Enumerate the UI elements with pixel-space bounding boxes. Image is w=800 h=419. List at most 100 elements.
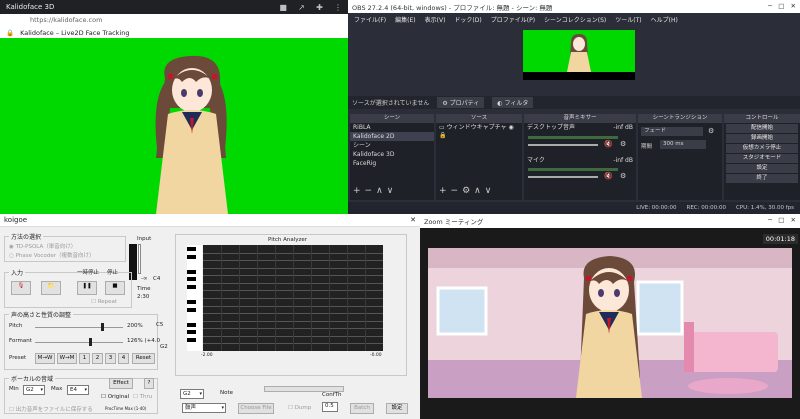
move-down-icon[interactable]: ∨ — [485, 186, 496, 196]
preset-m-to-w-button[interactable]: M→W — [35, 353, 55, 364]
minimize-icon[interactable]: ─ — [768, 216, 772, 224]
menu-view[interactable]: 表示(V) — [425, 15, 446, 24]
menu-profile[interactable]: プロファイル(P) — [491, 15, 535, 24]
menu-dock[interactable]: ドック(D) — [454, 15, 481, 24]
minimize-icon[interactable]: ─ — [768, 2, 772, 10]
grid-line-vertical — [365, 245, 366, 351]
properties-button[interactable]: ⚙ プロパティ — [437, 97, 485, 108]
thru-checkbox[interactable]: ☐ Thru — [133, 394, 152, 400]
add-scene-icon[interactable]: + — [353, 186, 365, 196]
move-up-icon[interactable]: ∧ — [376, 186, 387, 196]
open-file-button[interactable]: 📁 — [41, 281, 61, 295]
source-item[interactable]: ▭ ウィンドウキャプチャ ◉ 🔒 — [436, 123, 522, 139]
help-icon: ? — [147, 380, 151, 386]
save-output-checkbox[interactable]: ☐ 出力音声をファイルに保存する — [9, 405, 93, 413]
move-down-icon[interactable]: ∨ — [387, 186, 398, 196]
menu-edit[interactable]: 編集(E) — [395, 15, 415, 24]
mic-volume-slider[interactable] — [528, 176, 598, 178]
scene-item[interactable]: シーン — [350, 141, 434, 150]
scene-transitions-title: シーントランジション — [638, 114, 722, 123]
add-source-icon[interactable]: + — [439, 186, 451, 196]
eye-icon[interactable]: ◉ — [508, 124, 513, 131]
preset-2-button[interactable]: 2 — [92, 353, 103, 364]
studio-mode-button[interactable]: スタジオモード — [726, 154, 798, 163]
gear-icon[interactable]: ⚙ — [462, 186, 474, 196]
max-note-select[interactable]: E4 — [67, 385, 89, 395]
stop-virtual-camera-button[interactable]: 仮想カメラ停止 — [726, 144, 798, 153]
close-icon[interactable]: ✕ — [791, 216, 796, 224]
pause-button[interactable]: ❚❚ — [77, 281, 97, 295]
grid-line-vertical — [221, 245, 222, 351]
desktop-audio-label: デスクトップ音声 — [527, 124, 576, 131]
menu-help[interactable]: ヘルプ(H) — [651, 15, 678, 24]
input-gain-slider[interactable] — [138, 244, 141, 274]
maximize-icon[interactable]: □ — [778, 216, 784, 224]
folder-icon: 📁 — [47, 283, 55, 289]
menu-file[interactable]: ファイル(F) — [354, 15, 386, 24]
duration-input[interactable]: 300 ms — [660, 140, 706, 149]
address-bar[interactable]: https://kalidoface.com — [0, 14, 348, 28]
avatar-canvas[interactable] — [0, 38, 348, 214]
filters-button[interactable]: ◐ フィルタ — [492, 97, 534, 108]
scene-item[interactable]: FaceRig — [350, 159, 434, 168]
choose-file-button[interactable]: Choose File — [238, 403, 274, 414]
pitch-slider-track[interactable] — [35, 327, 123, 328]
settings-button[interactable]: 設定 — [386, 403, 408, 414]
repeat-checkbox[interactable]: ☐ Repeat — [91, 299, 117, 305]
share-icon[interactable]: ↗ — [298, 3, 305, 12]
method-option-vocoder[interactable]: ○ Phase Vocoder（複数音向け） — [9, 251, 94, 259]
start-streaming-button[interactable]: 配信開始 — [726, 124, 798, 133]
menu-icon[interactable]: ⋮ — [334, 3, 342, 12]
speaker-muted-icon[interactable]: 🔇 — [604, 172, 613, 180]
start-recording-button[interactable]: 録画開始 — [726, 134, 798, 143]
preset-3-button[interactable]: 3 — [105, 353, 116, 364]
preset-1-button[interactable]: 1 — [79, 353, 90, 364]
gear-icon[interactable]: ⚙ — [708, 127, 714, 135]
original-checkbox[interactable]: ☐ Original — [101, 394, 129, 400]
exit-button[interactable]: 終了 — [726, 174, 798, 183]
remove-scene-icon[interactable]: − — [365, 186, 377, 196]
grid-line-vertical — [329, 245, 330, 351]
speaker-muted-icon[interactable]: 🔇 — [604, 140, 613, 148]
pitch-slider-thumb[interactable] — [101, 323, 104, 331]
remove-source-icon[interactable]: − — [451, 186, 463, 196]
method-option-psola[interactable]: ◉ TD-PSOLA（単音向け） — [9, 242, 76, 250]
mic-button[interactable]: 🎙 — [11, 281, 31, 295]
scene-item[interactable]: RiBLA — [350, 123, 434, 132]
stop-label: 停止 — [107, 270, 119, 276]
time-label: Time — [137, 286, 151, 292]
close-icon[interactable]: ✕ — [410, 216, 416, 224]
maximize-icon[interactable]: □ — [778, 2, 784, 10]
note-select[interactable]: G2 — [180, 389, 204, 399]
voice-select[interactable]: 鼓声 — [182, 403, 226, 413]
dump-checkbox[interactable]: ☐ Dump — [288, 405, 311, 411]
preset-4-button[interactable]: 4 — [118, 353, 129, 364]
close-icon[interactable]: ✕ — [791, 2, 796, 10]
scene-item[interactable]: Kalidoface 3D — [350, 150, 434, 159]
reset-button[interactable]: Reset — [132, 353, 155, 364]
effect-button[interactable]: Effect — [109, 378, 133, 389]
conf-threshold-input[interactable]: 0.5 — [322, 402, 338, 412]
desktop-volume-slider[interactable] — [528, 144, 598, 146]
preset-w-to-m-button[interactable]: W→M — [57, 353, 77, 364]
zoom-video-feed[interactable] — [428, 248, 792, 398]
mic-label: マイク — [527, 157, 545, 164]
obs-preview[interactable] — [523, 30, 635, 80]
formant-slider-thumb[interactable] — [89, 338, 92, 346]
min-note-select[interactable]: G2 — [23, 385, 45, 395]
menu-tools[interactable]: ツール(T) — [615, 15, 641, 24]
move-up-icon[interactable]: ∧ — [474, 186, 485, 196]
camera-icon[interactable]: ■ — [279, 3, 287, 12]
menu-scene-collection[interactable]: シーンコレクション(S) — [544, 15, 606, 24]
lock-icon[interactable]: 🔒 — [439, 132, 446, 139]
gear-icon[interactable]: ⚙ — [620, 140, 626, 148]
gear-icon[interactable]: ⚙ — [620, 172, 626, 180]
settings-button[interactable]: 設定 — [726, 164, 798, 173]
stop-button[interactable]: ■ — [105, 281, 125, 295]
formant-slider-track[interactable] — [35, 342, 123, 343]
transition-select[interactable]: フェード — [641, 127, 703, 136]
scene-item-selected[interactable]: Kalidoface 2D — [350, 132, 434, 141]
batch-button[interactable]: Batch — [350, 403, 374, 414]
extension-icon[interactable]: ✚ — [316, 3, 323, 12]
help-button[interactable]: ? — [144, 378, 154, 389]
